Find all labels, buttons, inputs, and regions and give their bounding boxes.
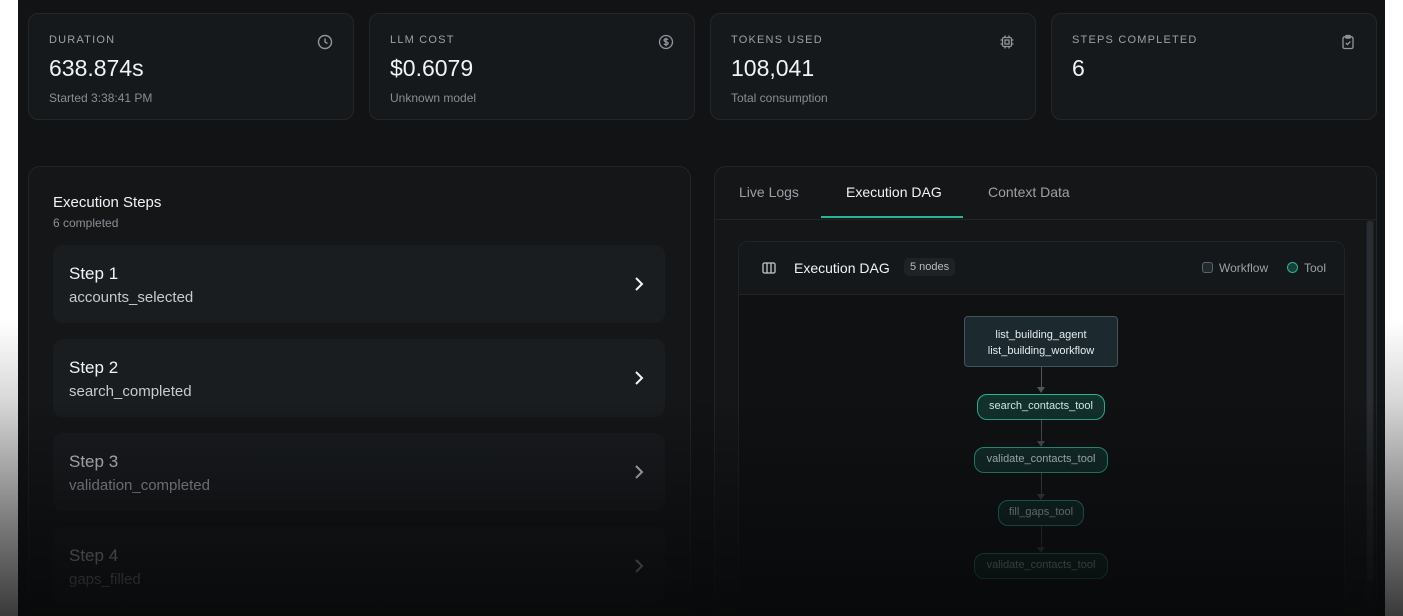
left-margin xyxy=(0,0,18,616)
execution-steps-panel: Execution Steps 6 completed Step 1 accou… xyxy=(28,166,691,616)
cpu-icon xyxy=(1000,35,1014,49)
tab-live-logs[interactable]: Live Logs xyxy=(739,184,799,200)
node-label: list_building_workflow xyxy=(987,345,1095,357)
legend-label: Workflow xyxy=(1219,261,1269,275)
stat-card-tokens: TOKENS USED 108,041 Total consumption xyxy=(710,13,1036,120)
panel-title: Execution Steps xyxy=(53,194,162,211)
dag-edge xyxy=(1041,473,1042,494)
right-margin xyxy=(1385,0,1403,616)
stat-label: LLM COST xyxy=(390,34,455,46)
stat-label: STEPS COMPLETED xyxy=(1072,34,1198,46)
step-title: Step 2 xyxy=(69,358,119,377)
stat-value: 6 xyxy=(1072,55,1085,81)
step-item-4[interactable]: Step 4 gaps_filled xyxy=(53,527,665,605)
tab-context-data[interactable]: Context Data xyxy=(988,184,1070,200)
dag-edge xyxy=(1041,526,1042,547)
stat-sub: Total consumption xyxy=(731,91,828,105)
legend-workflow: Workflow xyxy=(1202,261,1268,275)
node-count-badge: 5 nodes xyxy=(904,258,956,276)
stat-sub: Started 3:38:41 PM xyxy=(49,91,153,105)
detail-panel: Live Logs Execution DAG Context Data Exe… xyxy=(714,166,1377,616)
chevron-right-icon xyxy=(635,559,644,573)
panel-subtitle: 6 completed xyxy=(53,216,119,230)
dag-node-tool[interactable]: search_contacts_tool xyxy=(977,394,1105,420)
scrollbar-thumb[interactable] xyxy=(1367,221,1373,581)
dag-header: Execution DAG 5 nodes Workflow Tool xyxy=(739,242,1344,295)
tool-swatch xyxy=(1287,262,1298,273)
step-subtitle: validation_completed xyxy=(69,477,210,494)
dag-edge-arrow xyxy=(1037,387,1045,393)
dag-edge xyxy=(1041,420,1042,441)
tab-execution-dag[interactable]: Execution DAG xyxy=(846,184,942,200)
step-item-1[interactable]: Step 1 accounts_selected xyxy=(53,245,665,323)
stat-value: 108,041 xyxy=(731,55,815,81)
chevron-right-icon xyxy=(635,277,644,291)
step-subtitle: search_completed xyxy=(69,383,192,400)
stat-value: 638.874s xyxy=(49,55,144,81)
tab-bar: Live Logs Execution DAG Context Data xyxy=(715,167,1376,220)
chevron-right-icon xyxy=(635,465,644,479)
clock-icon xyxy=(317,34,333,50)
node-label: validate_contacts_tool xyxy=(986,453,1096,465)
clipboard-check-icon xyxy=(1342,34,1354,50)
stat-sub: Unknown model xyxy=(390,91,477,105)
dag-title: Execution DAG xyxy=(794,260,890,276)
dag-edge xyxy=(1041,367,1042,387)
node-label: validate_contacts_tool xyxy=(986,559,1096,571)
node-label: list_building_agent xyxy=(995,329,1087,341)
workflow-swatch xyxy=(1202,262,1213,273)
chevron-right-icon xyxy=(635,371,644,385)
legend-label: Tool xyxy=(1304,261,1327,275)
step-title: Step 1 xyxy=(69,264,119,283)
dag-node-workflow[interactable]: list_building_agent list_building_workfl… xyxy=(964,316,1118,367)
step-title: Step 4 xyxy=(69,546,119,565)
stat-label: TOKENS USED xyxy=(731,34,823,46)
step-subtitle: gaps_filled xyxy=(69,571,141,588)
stat-card-duration: DURATION 638.874s Started 3:38:41 PM xyxy=(28,13,354,120)
step-item-2[interactable]: Step 2 search_completed xyxy=(53,339,665,417)
step-subtitle: accounts_selected xyxy=(69,289,194,306)
stat-card-llm-cost: LLM COST $0.6079 Unknown model xyxy=(369,13,695,120)
app-window: DURATION 638.874s Started 3:38:41 PM LLM… xyxy=(18,0,1385,616)
dollar-icon xyxy=(658,34,674,50)
active-tab-indicator xyxy=(821,216,963,218)
dag-node-tool[interactable]: validate_contacts_tool xyxy=(974,447,1108,473)
stat-value: $0.6079 xyxy=(390,55,474,81)
node-label: search_contacts_tool xyxy=(989,400,1093,412)
step-title: Step 3 xyxy=(69,452,119,471)
columns-icon xyxy=(762,262,776,274)
dag-node-tool[interactable]: validate_contacts_tool xyxy=(974,553,1108,579)
stat-label: DURATION xyxy=(49,34,116,46)
dag-node-tool[interactable]: fill_gaps_tool xyxy=(998,500,1084,526)
stat-card-steps: STEPS COMPLETED 6 xyxy=(1051,13,1377,120)
node-label: fill_gaps_tool xyxy=(1008,506,1074,518)
legend-tool: Tool xyxy=(1287,261,1326,275)
step-item-3[interactable]: Step 3 validation_completed xyxy=(53,433,665,511)
dag-container: Execution DAG 5 nodes Workflow Tool list… xyxy=(738,241,1345,616)
